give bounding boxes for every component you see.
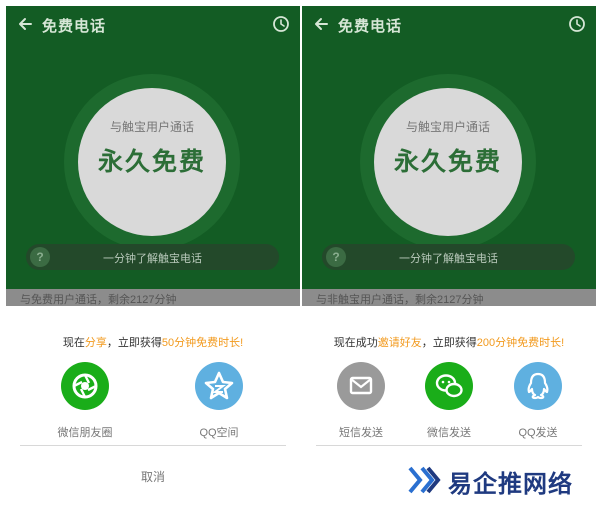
remaining-minutes-strip: 与非触宝用户通话，剩余2127分钟 (302, 289, 596, 306)
page-title: 免费电话 (42, 18, 107, 35)
learn-more-pill[interactable]: ? 一分钟了解触宝电话 (322, 244, 575, 270)
learn-more-pill[interactable]: ? 一分钟了解触宝电话 (26, 244, 279, 270)
share-qzone-label: QQ空间 (199, 427, 239, 439)
promo-highlight-reward: 200分钟免费时长! (476, 337, 565, 349)
clock-icon[interactable] (272, 15, 290, 33)
pill-label: 一分钟了解触宝电话 (103, 253, 202, 265)
share-qq-label: QQ发送 (518, 427, 558, 439)
share-screen-moments: 免费电话 与触宝用户通话 永久免费 ? 一分钟了解触宝电话 与免费用户通话，剩余… (6, 6, 300, 502)
share-promo-text: 现在分享，立即获得50分钟免费时长! (6, 334, 300, 350)
sheet-divider (20, 445, 286, 446)
pill-label: 一分钟了解触宝电话 (399, 253, 498, 265)
remaining-minutes-strip: 与免费用户通话，剩余2127分钟 (6, 289, 300, 306)
share-sms-label: 短信发送 (339, 427, 383, 439)
share-moments-button[interactable]: 微信朋友圈 (45, 362, 125, 440)
app-header: 免费电话 (6, 6, 300, 42)
cancel-button[interactable]: 取消 (6, 468, 300, 485)
app-header: 免费电话 (302, 6, 596, 42)
page-title: 免费电话 (338, 18, 403, 35)
share-promo-text: 现在成功邀请好友，立即获得200分钟免费时长! (302, 334, 596, 350)
promo-text-c: ，立即获得 (106, 337, 162, 349)
clock-icon[interactable] (568, 15, 586, 33)
arrow-left-icon[interactable] (312, 15, 330, 33)
share-moments-label: 微信朋友圈 (57, 427, 113, 439)
promo-highlight-reward: 50分钟免费时长! (161, 337, 244, 349)
share-wechat-button[interactable]: 微信发送 (409, 362, 489, 440)
share-wechat-label: 微信发送 (427, 427, 471, 439)
wechat-icon (425, 362, 473, 410)
qq-icon (514, 362, 562, 410)
watermark-text: 易企推网络 (448, 469, 573, 498)
circle-main-text: 永久免费 (97, 148, 206, 176)
sheet-divider (316, 445, 582, 446)
share-screen-invite: 免费电话 与触宝用户通话 永久免费 ? 一分钟了解触宝电话 与非触宝用户通话，剩… (302, 6, 596, 502)
circle-subtitle: 与触宝用户通话 (109, 120, 194, 134)
circle-main-text: 永久免费 (393, 148, 502, 176)
watermark-logo-icon (408, 466, 441, 494)
wechat-moments-icon (61, 362, 109, 410)
promo-text-c: ，立即获得 (421, 337, 477, 349)
remaining-minutes-text: 与免费用户通话，剩余2127分钟 (20, 294, 177, 306)
promo-text-a: 现在 (62, 337, 85, 349)
free-call-background: 免费电话 与触宝用户通话 永久免费 ? 一分钟了解触宝电话 (6, 6, 300, 289)
share-qzone-button[interactable]: QQ空间 (179, 362, 259, 440)
qzone-icon (195, 362, 243, 410)
remaining-minutes-text: 与非触宝用户通话，剩余2127分钟 (316, 294, 484, 306)
share-qq-button[interactable]: QQ发送 (498, 362, 578, 440)
free-call-background: 免费电话 与触宝用户通话 永久免费 ? 一分钟了解触宝电话 (302, 6, 596, 289)
circle-subtitle: 与触宝用户通话 (405, 120, 490, 134)
arrow-left-icon[interactable] (16, 15, 34, 33)
share-sms-button[interactable]: 短信发送 (321, 362, 401, 440)
free-call-circle: 与触宝用户通话 永久免费 (78, 88, 226, 236)
promo-highlight-action: 邀请好友 (377, 337, 422, 349)
promo-highlight-action: 分享 (84, 337, 107, 349)
watermark: 易企推网络 (406, 460, 596, 500)
promo-text-a: 现在成功 (333, 337, 378, 349)
sms-icon (337, 362, 385, 410)
free-call-circle: 与触宝用户通话 永久免费 (374, 88, 522, 236)
share-sheet: 现在分享，立即获得50分钟免费时长! 微信朋友圈 QQ空间 取消 (6, 306, 300, 502)
